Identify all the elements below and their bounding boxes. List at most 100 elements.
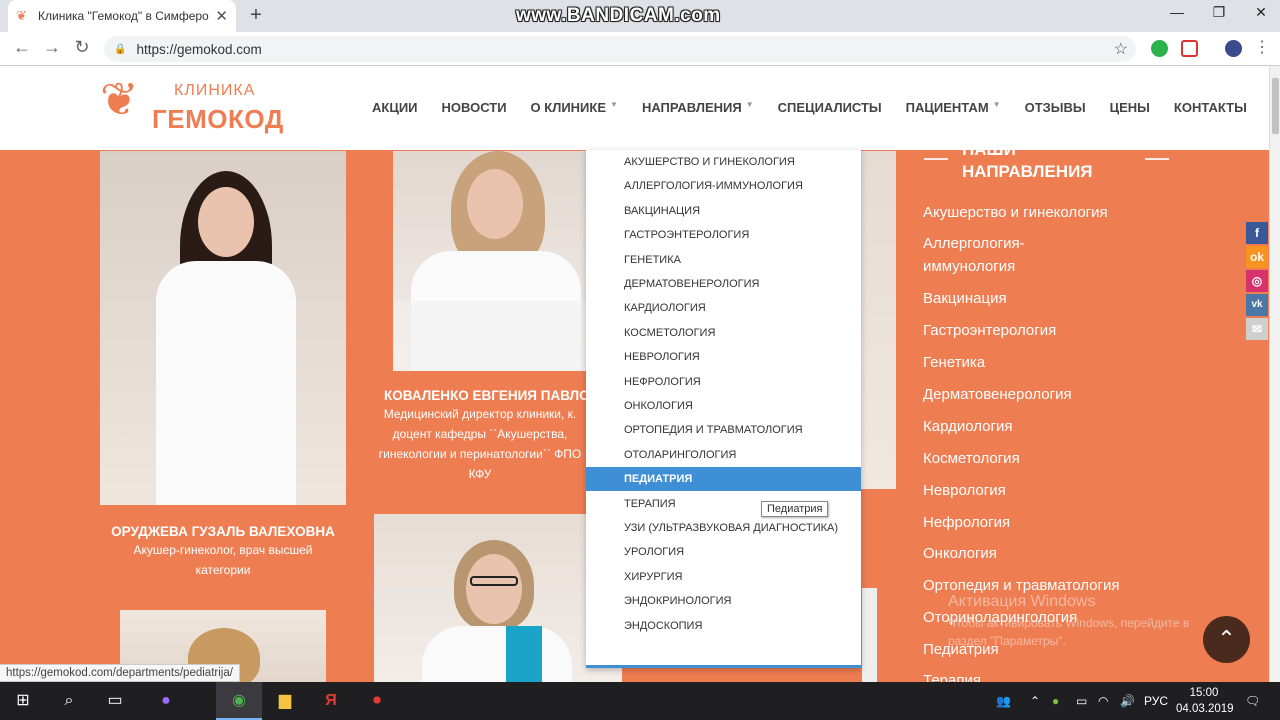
nav-item-kontakty[interactable]: КОНТАКТЫ <box>1174 100 1247 115</box>
dropdown-item[interactable]: Гастроэнтерология <box>586 223 861 247</box>
direction-link[interactable]: иммунология <box>923 255 1015 278</box>
facebook-icon[interactable]: f <box>1246 222 1268 244</box>
direction-link[interactable]: Кардиология <box>923 415 1012 438</box>
alice-icon[interactable]: ● <box>143 682 189 720</box>
status-bar-url: https://gemokod.com/departments/pediatri… <box>0 664 240 682</box>
direction-link[interactable]: Терапия <box>923 669 981 682</box>
doctor-photo[interactable] <box>862 588 877 682</box>
page-scrollbar[interactable] <box>1269 66 1280 682</box>
back-icon[interactable]: ← <box>10 37 34 58</box>
doctor-photo[interactable] <box>860 151 896 489</box>
website-viewport: ❦ КЛИНИКА ГЕМОКОД АКЦИИ НОВОСТИ О КЛИНИК… <box>0 66 1278 682</box>
direction-link[interactable]: Дерматовенерология <box>923 383 1072 406</box>
language-indicator[interactable]: РУС <box>1144 682 1168 720</box>
nav-item-napravleniya[interactable]: НАПРАВЛЕНИЯ ▼ <box>642 100 754 115</box>
dropdown-item-active[interactable]: Педиатрия <box>586 467 861 491</box>
bandicam-icon[interactable]: ⏺ <box>354 682 400 720</box>
dropdown-item[interactable]: Дерматовенерология <box>586 272 861 296</box>
site-favicon-icon: ❦ <box>16 8 27 23</box>
doctor-photo[interactable] <box>393 151 590 371</box>
chevron-down-icon: ▼ <box>992 100 1001 109</box>
nav-item-o-klinike[interactable]: О КЛИНИКЕ ▼ <box>531 100 618 115</box>
chevron-down-icon: ▼ <box>610 100 618 109</box>
extension-pocket-icon[interactable] <box>1181 40 1198 57</box>
scrollbar-thumb[interactable] <box>1272 78 1279 134</box>
logo-main-text[interactable]: ГЕМОКОД <box>152 104 284 135</box>
tray-app-icon[interactable]: ● <box>1052 682 1059 720</box>
browser-menu-icon[interactable]: ⋮ <box>1250 37 1274 57</box>
nav-item-akcii[interactable]: АКЦИИ <box>372 100 418 115</box>
battery-icon[interactable]: ▭ <box>1076 682 1087 720</box>
browser-tab[interactable]: ❦ Клиника "Гемокод" в Симферополе ✕ <box>8 0 236 32</box>
forward-icon[interactable]: → <box>40 37 64 58</box>
windows-activation-watermark: Активация Windows <box>948 593 1096 610</box>
windows-taskbar: ⊞ ⌕ ▭ ● ◉ ▆ Я ⏺ 👥 ⌃ ● ▭ ◠ 🔊 РУС 15:00 04… <box>0 682 1280 720</box>
task-view-icon[interactable]: ▭ <box>92 682 138 720</box>
chevron-up-icon[interactable]: ⌃ <box>1030 682 1040 720</box>
dropdown-item[interactable]: Кардиология <box>586 296 861 320</box>
url-bar[interactable]: 🔒 https://gemokod.com ☆ <box>104 36 1136 62</box>
tab-close-icon[interactable]: ✕ <box>215 7 228 25</box>
dropdown-item[interactable]: Акушерство и гинекология <box>586 150 861 174</box>
direction-link[interactable]: Акушерство и гинекология <box>923 201 1108 224</box>
volume-icon[interactable]: 🔊 <box>1120 682 1135 720</box>
dropdown-item[interactable]: Косметология <box>586 321 861 345</box>
direction-link[interactable]: Гастроэнтерология <box>923 319 1056 342</box>
nav-item-otzyvy[interactable]: ОТЗЫВЫ <box>1025 100 1086 115</box>
main-nav: АКЦИИ НОВОСТИ О КЛИНИКЕ ▼ НАПРАВЛЕНИЯ ▼ СП… <box>372 100 1271 115</box>
direction-link[interactable]: Аллергология- <box>923 232 1025 255</box>
people-icon[interactable]: 👥 <box>996 682 1011 720</box>
bookmark-star-icon[interactable]: ☆ <box>1114 39 1128 59</box>
notifications-icon[interactable]: 🗨 <box>1245 682 1260 720</box>
clock[interactable]: 15:00 04.03.2019 <box>1176 685 1234 717</box>
direction-link[interactable]: Генетика <box>923 351 985 374</box>
odnoklassniki-icon[interactable]: ok <box>1246 246 1268 268</box>
direction-link[interactable]: Онкология <box>923 542 997 565</box>
doctor-photo[interactable] <box>100 151 346 505</box>
extension-check-icon[interactable] <box>1151 40 1168 57</box>
windows-start-icon[interactable]: ⊞ <box>0 682 46 720</box>
direction-link[interactable]: Косметология <box>923 447 1020 470</box>
dropdown-item[interactable]: Урология <box>586 540 861 564</box>
nav-item-ceny[interactable]: ЦЕНЫ <box>1110 100 1150 115</box>
clock-time: 15:00 <box>1189 687 1219 699</box>
dropdown-item[interactable]: Неврология <box>586 345 861 369</box>
search-icon[interactable]: ⌕ <box>46 682 92 720</box>
vk-icon[interactable]: vk <box>1246 294 1268 316</box>
dropdown-item[interactable]: Онкология <box>586 394 861 418</box>
window-close-icon[interactable]: ✕ <box>1246 4 1276 21</box>
dropdown-item[interactable]: Ортопедия и травматология <box>586 418 861 442</box>
nav-item-specialisty[interactable]: СПЕЦИАЛИСТЫ <box>778 100 882 115</box>
dropdown-item[interactable]: Хирургия <box>586 565 861 589</box>
dropdown-item[interactable]: Эндоскопия <box>586 614 861 638</box>
dropdown-item[interactable]: Вакцинация <box>586 199 861 223</box>
profile-avatar[interactable] <box>1225 40 1242 57</box>
chevron-down-icon: ▼ <box>745 100 754 109</box>
reload-icon[interactable]: ↻ <box>70 37 94 58</box>
dropdown-item[interactable]: УЗИ (ультразвуковая диагностика) <box>586 516 861 540</box>
doctor-photo[interactable] <box>374 514 622 682</box>
minimize-icon[interactable]: — <box>1162 4 1192 20</box>
doctor-name[interactable]: ОРУДЖЕВА ГУЗАЛЬ ВАЛЕХОВНА <box>100 524 346 539</box>
dropdown-item[interactable]: Генетика <box>586 248 861 272</box>
direction-link[interactable]: Вакцинация <box>923 287 1007 310</box>
dropdown-item[interactable]: Отоларингология <box>586 443 861 467</box>
new-tab-button[interactable]: + <box>246 4 266 27</box>
chrome-icon[interactable]: ◉ <box>216 682 262 720</box>
direction-link[interactable]: Неврология <box>923 479 1006 502</box>
dropdown-item[interactable]: Эндокринология <box>586 589 861 613</box>
nav-item-novosti[interactable]: НОВОСТИ <box>442 100 507 115</box>
yandex-browser-icon[interactable]: Я <box>308 682 354 720</box>
maximize-icon[interactable]: ❐ <box>1204 4 1234 21</box>
dropdown-item[interactable]: Аллергология-иммунология <box>586 174 861 198</box>
file-explorer-icon[interactable]: ▆ <box>262 682 308 720</box>
email-icon[interactable]: ✉ <box>1246 318 1268 340</box>
instagram-icon[interactable]: ◎ <box>1246 270 1268 292</box>
scroll-to-top-button[interactable]: ⌃ <box>1203 616 1250 663</box>
tooltip: Педиатрия <box>761 501 829 517</box>
doctor-name[interactable]: КОВАЛЕНКО ЕВГЕНИЯ ПАВЛОВ <box>384 388 590 403</box>
direction-link[interactable]: Нефрология <box>923 511 1010 534</box>
wifi-icon[interactable]: ◠ <box>1098 682 1108 720</box>
nav-item-pacientam[interactable]: ПАЦИЕНТАМ ▼ <box>906 100 1001 115</box>
dropdown-item[interactable]: Нефрология <box>586 370 861 394</box>
